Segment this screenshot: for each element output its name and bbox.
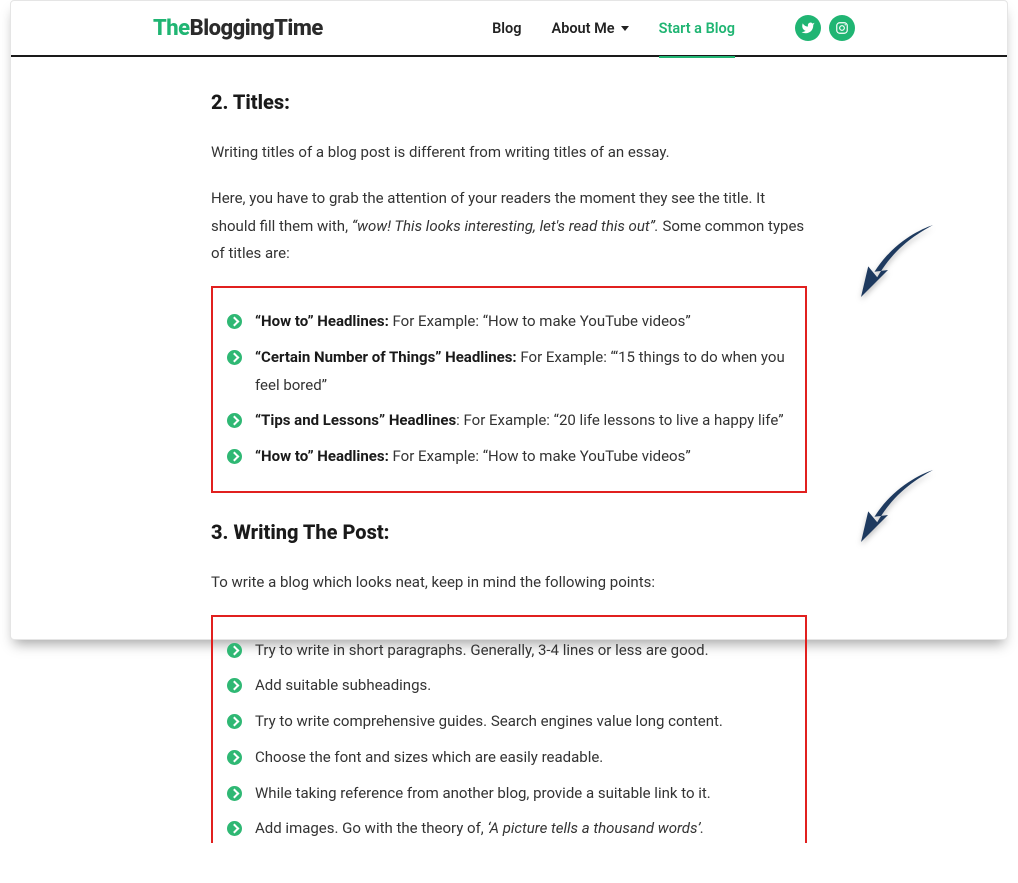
text-fragment: For Example: “How to make YouTube videos… bbox=[393, 447, 691, 465]
list-item: “Tips and Lessons” Headlines: For Exampl… bbox=[227, 407, 791, 435]
list-item: “How to” Headlines: For Example: “How to… bbox=[227, 443, 791, 471]
instagram-icon[interactable] bbox=[829, 15, 855, 41]
text-fragment: : For Example: “20 life lessons to live … bbox=[456, 411, 783, 429]
list-item: Choose the font and sizes which are easi… bbox=[227, 744, 791, 772]
arrow-right-icon bbox=[227, 314, 242, 329]
titles-paragraph-1: Writing titles of a blog post is differe… bbox=[211, 139, 807, 167]
titles-list: “How to” Headlines: For Example: “How to… bbox=[227, 308, 791, 471]
main-nav: Blog About Me Start a Blog bbox=[492, 14, 735, 43]
text-fragment: Add suitable subheadings. bbox=[255, 676, 431, 694]
text-fragment: Try to write comprehensive guides. Searc… bbox=[255, 712, 723, 730]
pointer-arrow-icon bbox=[852, 216, 942, 306]
highlight-box-titles: “How to” Headlines: For Example: “How to… bbox=[211, 286, 807, 493]
bold-fragment: “How to” Headlines: bbox=[255, 447, 393, 465]
list-item: Add images. Go with the theory of, ‘A pi… bbox=[227, 815, 791, 843]
list-item: Add suitable subheadings. bbox=[227, 672, 791, 700]
nav-blog[interactable]: Blog bbox=[492, 14, 521, 43]
arrow-right-icon bbox=[227, 678, 242, 693]
section-heading-writing: 3. Writing The Post: bbox=[211, 513, 807, 551]
bold-fragment: “Certain Number of Things” Headlines: bbox=[255, 348, 520, 366]
arrow-right-icon bbox=[227, 714, 242, 729]
pointer-arrow-icon bbox=[852, 461, 942, 551]
arrow-right-icon bbox=[227, 643, 242, 658]
arrow-right-icon bbox=[227, 449, 242, 464]
section-heading-titles: 2. Titles: bbox=[211, 83, 807, 121]
twitter-icon[interactable] bbox=[795, 15, 821, 41]
list-item: “Certain Number of Things” Headlines: Fo… bbox=[227, 344, 791, 400]
bold-fragment: “How to” Headlines: bbox=[255, 312, 393, 330]
bold-fragment: “Tips and Lessons” Headlines bbox=[255, 411, 456, 429]
arrow-right-icon bbox=[227, 821, 242, 836]
text-fragment: While taking reference from another blog… bbox=[255, 784, 711, 802]
social-links bbox=[795, 15, 855, 41]
text-italic: ‘A picture tells a thousand words’. bbox=[487, 819, 704, 837]
text-fragment: Try to write in short paragraphs. Genera… bbox=[255, 641, 709, 659]
text-fragment: For Example: “How to make YouTube videos… bbox=[393, 312, 691, 330]
nav-blog-label: Blog bbox=[492, 20, 521, 37]
list-item: While taking reference from another blog… bbox=[227, 780, 791, 808]
text-fragment: Choose the font and sizes which are easi… bbox=[255, 748, 603, 766]
list-item: “How to” Headlines: For Example: “How to… bbox=[227, 308, 791, 336]
page-frame: TheBloggingTime Blog About Me Start a Bl… bbox=[10, 0, 1008, 640]
list-item: Try to write comprehensive guides. Searc… bbox=[227, 708, 791, 736]
nav-about-label: About Me bbox=[552, 20, 615, 37]
highlight-box-writing: Try to write in short paragraphs. Genera… bbox=[211, 615, 807, 844]
nav-start-blog[interactable]: Start a Blog bbox=[659, 14, 735, 43]
writing-paragraph-1: To write a blog which looks neat, keep i… bbox=[211, 569, 807, 597]
site-logo[interactable]: TheBloggingTime bbox=[153, 16, 323, 41]
arrow-right-icon bbox=[227, 413, 242, 428]
arrow-right-icon bbox=[227, 350, 242, 365]
arrow-right-icon bbox=[227, 750, 242, 765]
text-italic: “wow! This looks interesting, let's read… bbox=[352, 217, 659, 235]
nav-about-me[interactable]: About Me bbox=[552, 14, 629, 43]
writing-list: Try to write in short paragraphs. Genera… bbox=[227, 637, 791, 844]
arrow-right-icon bbox=[227, 786, 242, 801]
nav-start-label: Start a Blog bbox=[659, 20, 735, 37]
site-header: TheBloggingTime Blog About Me Start a Bl… bbox=[11, 1, 1007, 57]
chevron-down-icon bbox=[621, 26, 629, 31]
text-fragment: Add images. Go with the theory of, bbox=[255, 819, 487, 837]
logo-part-2: BloggingTime bbox=[190, 16, 323, 41]
logo-part-1: The bbox=[153, 16, 190, 41]
titles-paragraph-2: Here, you have to grab the attention of … bbox=[211, 185, 807, 268]
